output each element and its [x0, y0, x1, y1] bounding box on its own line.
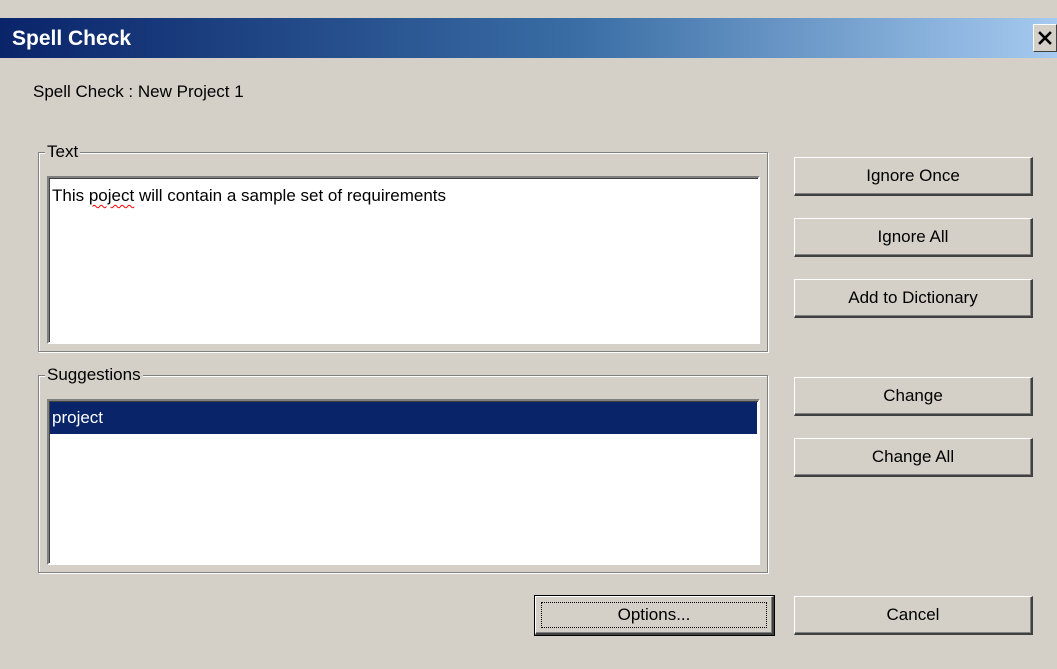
ignore-all-label: Ignore All: [877, 227, 949, 246]
text-groupbox: Text This poject will contain a sample s…: [38, 142, 768, 352]
suggestions-groupbox: Suggestions project: [38, 365, 768, 573]
cancel-label: Cancel: [886, 605, 940, 624]
title-bar[interactable]: Spell Check: [0, 18, 1057, 58]
close-icon: [1038, 31, 1052, 45]
misspelled-word: poject: [88, 186, 135, 205]
change-all-label: Change All: [871, 447, 955, 466]
close-button[interactable]: [1033, 24, 1057, 52]
text-display-field[interactable]: This poject will contain a sample set of…: [47, 176, 760, 344]
cancel-button[interactable]: Cancel: [794, 596, 1033, 635]
change-button[interactable]: Change: [794, 377, 1033, 416]
options-label: Options...: [617, 605, 691, 624]
change-all-button[interactable]: Change All: [794, 438, 1033, 477]
checked-text: This poject will contain a sample set of…: [52, 186, 446, 206]
window-title: Spell Check: [12, 27, 132, 50]
suggestions-group-label: Suggestions: [45, 365, 143, 385]
text-before: This: [52, 186, 89, 205]
ignore-all-button[interactable]: Ignore All: [794, 218, 1033, 257]
suggestions-list[interactable]: project: [47, 399, 760, 565]
add-to-dictionary-label: Add to Dictionary: [848, 288, 978, 307]
change-label: Change: [883, 386, 943, 405]
text-group-label: Text: [45, 142, 81, 162]
spell-check-dialog: Spell Check Spell Check : New Project 1 …: [0, 0, 1057, 669]
ignore-once-button[interactable]: Ignore Once: [794, 157, 1033, 196]
add-to-dictionary-button[interactable]: Add to Dictionary: [794, 279, 1033, 318]
options-button[interactable]: Options...: [534, 595, 775, 636]
dialog-subtitle: Spell Check : New Project 1: [33, 82, 244, 101]
suggestion-item-selected[interactable]: project: [50, 402, 757, 434]
text-after: will contain a sample set of requirement…: [134, 186, 447, 205]
ignore-once-label: Ignore Once: [866, 166, 960, 185]
